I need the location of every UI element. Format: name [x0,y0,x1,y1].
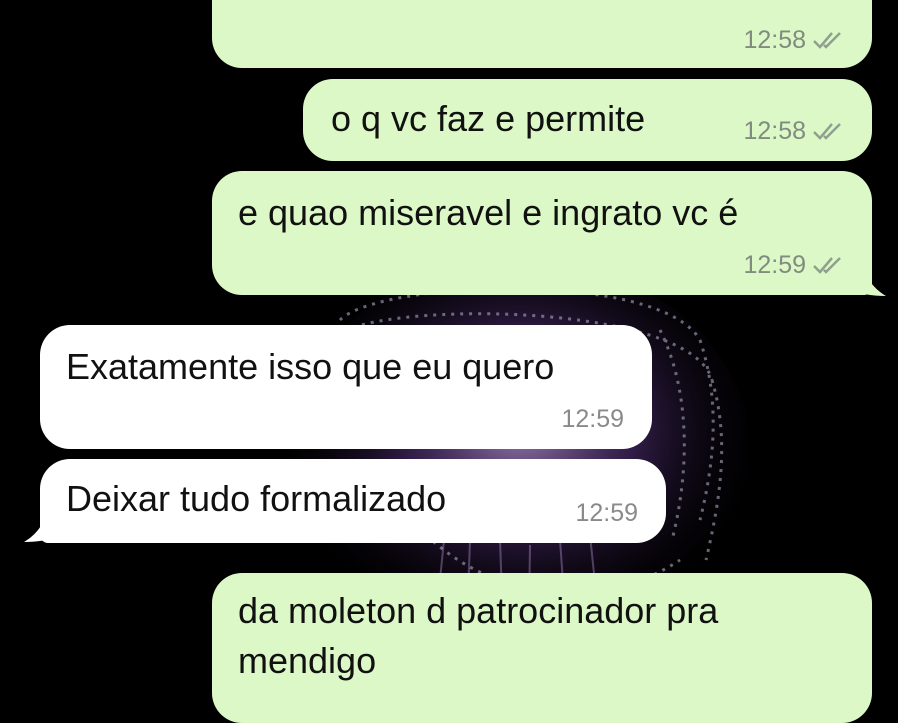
message-text: Exatamente isso que eu quero [66,346,555,387]
message-text: e quao miseravel e ingrato vc é [238,192,739,233]
message-meta: 12:58 [743,26,848,54]
message-meta: 12:59 [575,499,638,527]
read-ticks-icon [813,257,841,274]
message-meta: 12:58 [743,117,848,145]
message-time: 12:59 [743,251,806,279]
message-bubble-outgoing[interactable]: 12:58 [212,0,872,68]
message-bubble-outgoing[interactable]: o q vc faz e permite 12:58 [303,79,872,161]
read-ticks-icon [813,32,841,49]
message-meta: 12:59 [743,251,848,279]
message-text-line: mendigo [238,640,377,681]
message-text-line: da moleton d patrocinador pra [238,590,719,631]
message-bubble-outgoing[interactable]: da moleton d patrocinador pra mendigo [212,573,872,723]
message-bubble-outgoing[interactable]: e quao miseravel e ingrato vc é 12:59 [212,171,872,295]
message-text: Deixar tudo formalizado [66,478,447,519]
message-time: 12:59 [561,405,624,433]
message-bubble-incoming[interactable]: Exatamente isso que eu quero 12:59 [40,325,652,449]
message-text: o q vc faz e permite [331,98,646,139]
message-time: 12:58 [743,26,806,54]
message-meta: 12:59 [561,405,624,433]
message-bubble-incoming[interactable]: Deixar tudo formalizado 12:59 [40,459,666,543]
read-ticks-icon [813,123,841,140]
message-time: 12:58 [743,117,806,145]
message-time: 12:59 [575,499,638,527]
